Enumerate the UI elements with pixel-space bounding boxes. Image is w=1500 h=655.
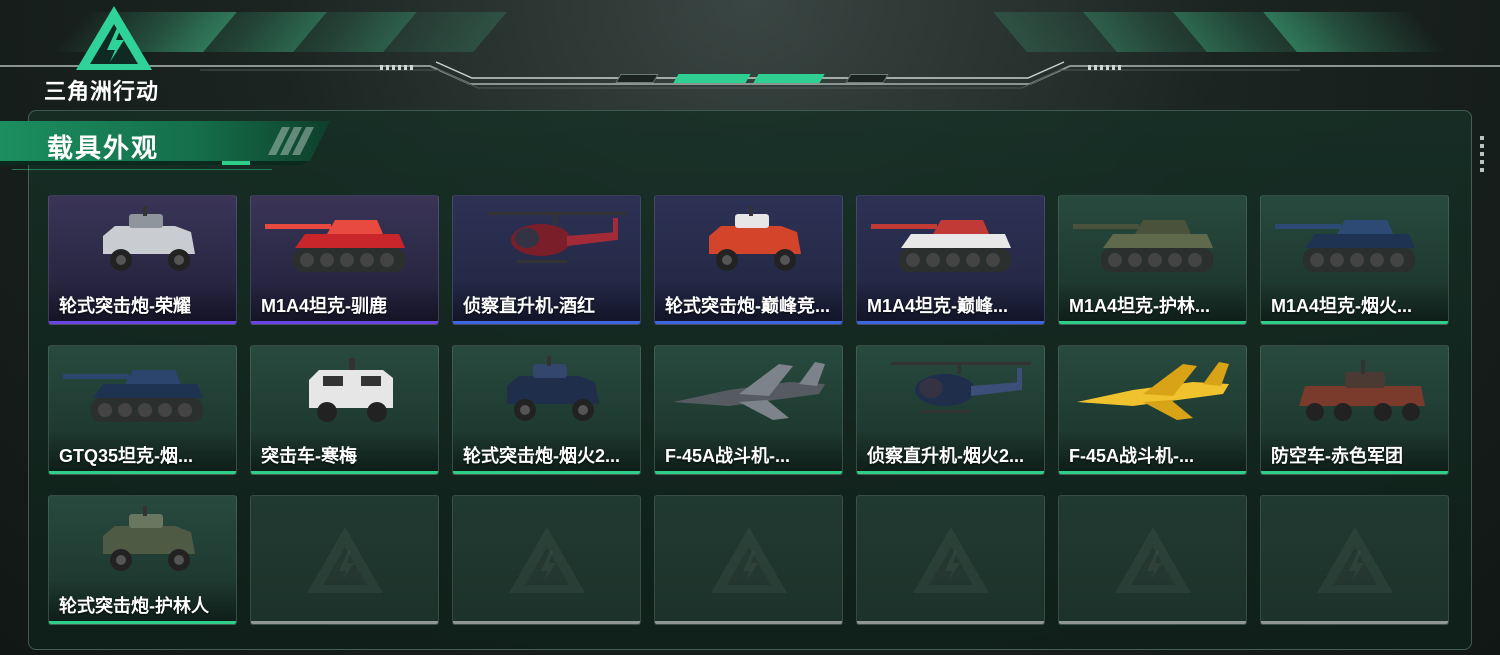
- vehicle-skin-name: M1A4坦克-驯鹿: [261, 296, 388, 316]
- delta-watermark-icon: [710, 527, 787, 593]
- empty-slot: [654, 495, 843, 625]
- wheeled-assault-gun-icon: [507, 356, 599, 421]
- rarity-bar: [655, 621, 842, 624]
- vehicle-skin-name: M1A4坦克-巅峰...: [867, 296, 1009, 316]
- delta-watermark-icon: [1316, 527, 1393, 593]
- vehicle-skin-card[interactable]: F-45A战斗机-...: [1058, 345, 1247, 475]
- rarity-bar: [1261, 621, 1448, 624]
- vehicle-skin-card[interactable]: 防空车-赤色军团: [1260, 345, 1449, 475]
- rarity-bar: [251, 621, 438, 624]
- page-indicator: [612, 71, 892, 85]
- vehicle-skin-name: M1A4坦克-烟火...: [1271, 296, 1413, 316]
- rarity-bar: [49, 471, 236, 474]
- rarity-bar: [1261, 471, 1448, 474]
- rarity-bar: [453, 621, 640, 624]
- rarity-bar: [857, 471, 1044, 474]
- helicopter-icon: [487, 212, 627, 263]
- vehicle-skin-card[interactable]: 侦察直升机-酒红: [452, 195, 641, 325]
- tank-icon: [63, 370, 203, 422]
- wheeled-assault-gun-icon: [709, 206, 801, 271]
- empty-slot: [1260, 495, 1449, 625]
- vehicle-skin-name: 轮式突击炮-荣耀: [59, 296, 191, 316]
- vehicle-skin-card[interactable]: M1A4坦克-烟火...: [1260, 195, 1449, 325]
- vehicle-skin-card[interactable]: 突击车-寒梅: [250, 345, 439, 475]
- section-title: 载具外观: [47, 133, 160, 163]
- vehicle-skin-name: GTQ35坦克-烟...: [59, 446, 194, 466]
- empty-slot: [1058, 495, 1247, 625]
- vehicle-skin-name: 侦察直升机-酒红: [463, 296, 595, 316]
- rarity-bar: [857, 321, 1044, 324]
- delta-watermark-icon: [508, 527, 585, 593]
- rarity-bar: [453, 471, 640, 474]
- wheeled-assault-gun-icon: [103, 506, 195, 571]
- game-logo: 三角洲行动: [44, 4, 184, 104]
- rarity-bar: [49, 621, 236, 624]
- vehicle-skin-name: 侦察直升机-烟火2...: [867, 446, 1025, 466]
- vehicle-skin-card[interactable]: 侦察直升机-烟火2...: [856, 345, 1045, 475]
- vehicle-skin-name: 突击车-寒梅: [261, 446, 357, 466]
- rarity-bar: [1059, 321, 1246, 324]
- helicopter-icon: [891, 362, 1031, 413]
- vehicle-skin-name: F-45A战斗机-...: [1069, 446, 1195, 466]
- vehicle-skin-grid: 轮式突击炮-荣耀 M1A4坦克-驯鹿 侦察直升机-酒红 轮式突击炮-巅峰竞... M1A…: [48, 195, 1450, 627]
- delta-logo-icon: [76, 6, 152, 70]
- empty-slot: [452, 495, 641, 625]
- logo-text: 三角洲行动: [44, 79, 160, 104]
- fighter-jet-icon: [673, 362, 825, 420]
- page-dot-active[interactable]: [673, 74, 751, 83]
- vehicle-skin-card[interactable]: GTQ35坦克-烟...: [48, 345, 237, 475]
- delta-watermark-icon: [306, 527, 383, 593]
- tank-icon: [1275, 220, 1415, 272]
- vehicle-skin-name: M1A4坦克-护林...: [1069, 296, 1211, 316]
- tank-icon: [871, 220, 1011, 272]
- scroll-indicator[interactable]: [1480, 136, 1486, 180]
- wheeled-assault-gun-icon: [103, 206, 195, 271]
- vehicle-skin-card[interactable]: M1A4坦克-驯鹿: [250, 195, 439, 325]
- delta-watermark-icon: [1114, 527, 1191, 593]
- vehicle-skin-name: 轮式突击炮-烟火2...: [463, 446, 621, 466]
- empty-slot: [856, 495, 1045, 625]
- vehicle-skin-card[interactable]: 轮式突击炮-荣耀: [48, 195, 237, 325]
- rarity-bar: [1059, 621, 1246, 624]
- rarity-bar: [453, 321, 640, 324]
- vehicle-skin-name: F-45A战斗机-...: [665, 446, 791, 466]
- page-dot-active[interactable]: [753, 74, 825, 83]
- vehicle-skin-card[interactable]: F-45A战斗机-...: [654, 345, 843, 475]
- rarity-bar: [1261, 321, 1448, 324]
- vehicle-skin-card[interactable]: M1A4坦克-护林...: [1058, 195, 1247, 325]
- vehicle-skin-card[interactable]: 轮式突击炮-巅峰竞...: [654, 195, 843, 325]
- page-dot[interactable]: [615, 74, 659, 83]
- rarity-bar: [1059, 471, 1246, 474]
- vehicle-skin-card[interactable]: M1A4坦克-巅峰...: [856, 195, 1045, 325]
- rarity-bar: [251, 321, 438, 324]
- vehicle-skin-card[interactable]: 轮式突击炮-护林人: [48, 495, 237, 625]
- empty-slot: [250, 495, 439, 625]
- tank-icon: [265, 220, 405, 272]
- page-dot[interactable]: [845, 74, 889, 83]
- vehicle-skin-name: 防空车-赤色军团: [1271, 446, 1403, 466]
- rarity-bar: [655, 321, 842, 324]
- delta-watermark-icon: [912, 527, 989, 593]
- vehicle-skin-name: 轮式突击炮-巅峰竞...: [665, 296, 830, 316]
- rarity-bar: [49, 321, 236, 324]
- rarity-bar: [857, 621, 1044, 624]
- vehicle-skin-card[interactable]: 轮式突击炮-烟火2...: [452, 345, 641, 475]
- anti-air-vehicle-icon: [1299, 360, 1425, 421]
- rarity-bar: [251, 471, 438, 474]
- fighter-jet-icon: [1077, 362, 1229, 420]
- assault-vehicle-icon: [309, 358, 393, 422]
- tank-icon: [1073, 220, 1213, 272]
- rarity-bar: [655, 471, 842, 474]
- vehicle-skin-name: 轮式突击炮-护林人: [59, 596, 209, 616]
